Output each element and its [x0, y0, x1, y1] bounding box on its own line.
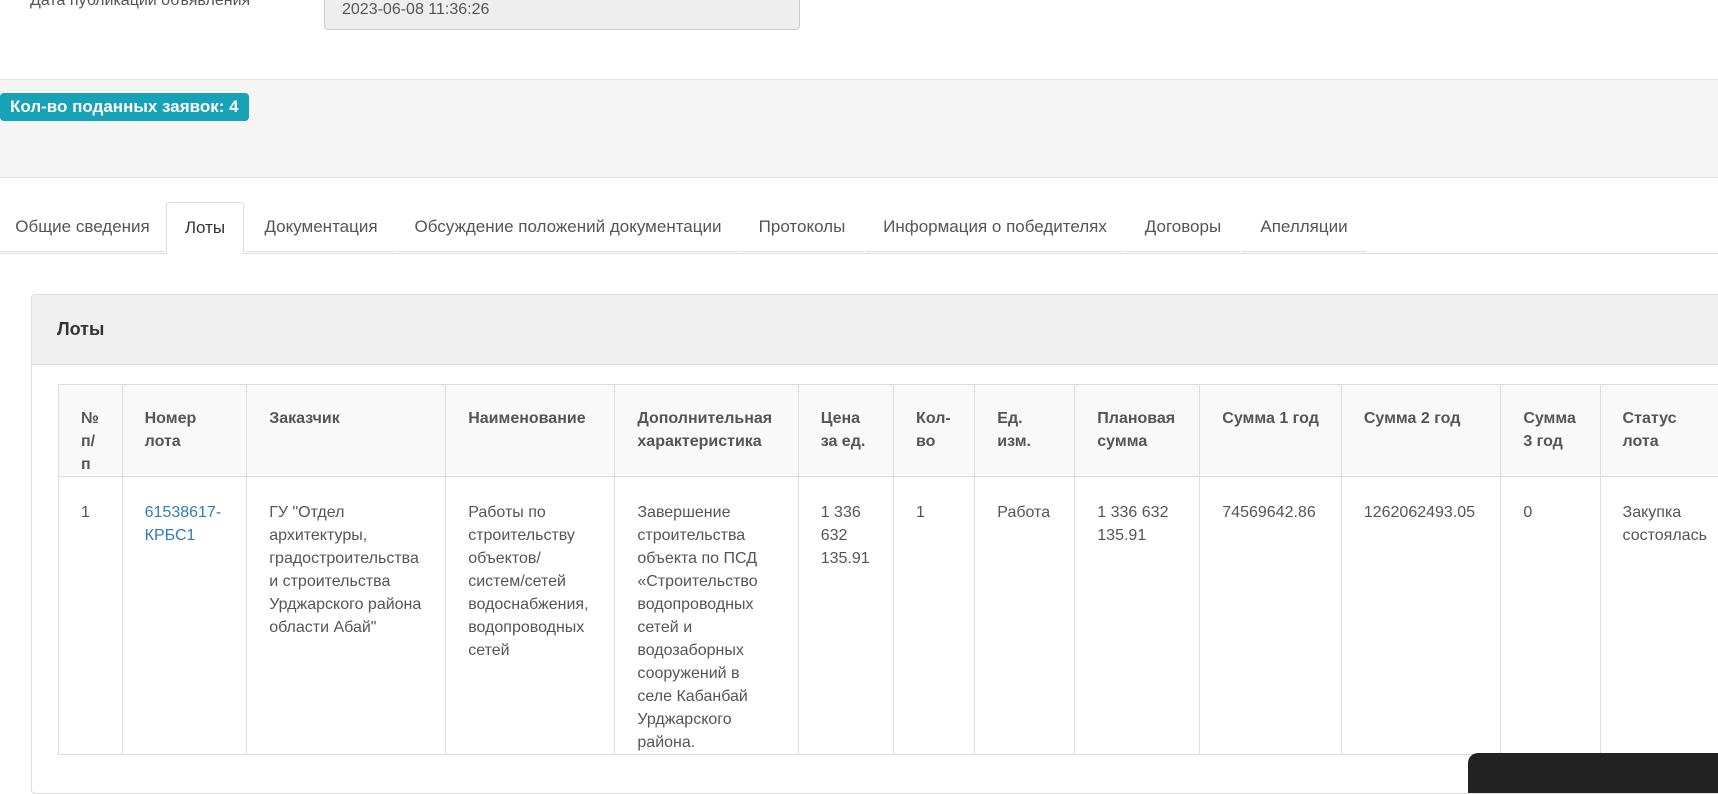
- cell-customer: ГУ "Отдел архитектуры, градостроительств…: [247, 477, 446, 755]
- header-sum3: Сумма 3 год: [1501, 385, 1600, 477]
- cell-name: Работы по строительству объектов/ систем…: [446, 477, 615, 755]
- publication-date-label: Дата публикации объявления: [30, 0, 250, 10]
- publication-date-row: Дата публикации объявления 2023-06-08 11…: [0, 0, 1718, 80]
- tab-protocols[interactable]: Протоколы: [740, 202, 864, 252]
- cell-unit: Работа: [975, 477, 1075, 755]
- tab-documentation[interactable]: Документация: [246, 202, 396, 252]
- header-lot-number: Номер лота: [122, 385, 247, 477]
- header-name: Наименование: [446, 385, 615, 477]
- publication-date-field[interactable]: 2023-06-08 11:36:26: [324, 0, 800, 30]
- header-sum2: Сумма 2 год: [1341, 385, 1500, 477]
- header-sum1: Сумма 1 год: [1200, 385, 1342, 477]
- divider-band: [0, 146, 1718, 178]
- header-num: № п/ п: [59, 385, 123, 477]
- tab-lots[interactable]: Лоты: [166, 202, 244, 254]
- tab-discussion[interactable]: Обсуждение положений документации: [398, 202, 738, 252]
- cell-num: 1: [59, 477, 123, 755]
- lots-panel: Лоты № п/ п Номер лота Заказчик Наименов…: [31, 294, 1718, 794]
- tabs-bar: Общие сведения Лоты Документация Обсужде…: [0, 202, 1718, 254]
- header-unit: Ед. изм.: [975, 385, 1075, 477]
- header-price: Цена за ед.: [798, 385, 893, 477]
- cell-planned: 1 336 632 135.91: [1075, 477, 1200, 755]
- cell-qty: 1: [894, 477, 975, 755]
- cell-lot-number: 61538617-КРБС1: [122, 477, 247, 755]
- header-customer: Заказчик: [247, 385, 446, 477]
- tab-winners[interactable]: Информация о победителях: [866, 202, 1124, 252]
- cell-sum2: 1262062493.05: [1341, 477, 1500, 755]
- header-qty: Кол-во: [894, 385, 975, 477]
- cell-extra: Завершение строительства объекта по ПСД …: [615, 477, 798, 755]
- header-planned: Плановая сумма: [1075, 385, 1200, 477]
- header-extra: Дополнительная характеристика: [615, 385, 798, 477]
- header-status: Статус лота: [1600, 385, 1718, 477]
- cell-sum1: 74569642.86: [1200, 477, 1342, 755]
- applications-band: Кол-во поданных заявок: 4: [0, 79, 1718, 147]
- cell-status: Закупка состоялась: [1600, 477, 1718, 755]
- table-row: 1 61538617-КРБС1 ГУ "Отдел архитектуры, …: [59, 477, 1718, 755]
- table-header-row: № п/ п Номер лота Заказчик Наименование …: [59, 385, 1718, 477]
- applications-count-badge: Кол-во поданных заявок: 4: [0, 93, 249, 121]
- lots-table: № п/ п Номер лота Заказчик Наименование …: [58, 384, 1718, 755]
- tab-general[interactable]: Общие сведения: [0, 202, 165, 252]
- cell-sum3: 0: [1501, 477, 1600, 755]
- lots-panel-title: Лоты: [32, 295, 1718, 365]
- cell-price: 1 336 632 135.91: [798, 477, 893, 755]
- lot-number-link[interactable]: 61538617-КРБС1: [145, 504, 222, 544]
- tab-contracts[interactable]: Договоры: [1126, 202, 1240, 252]
- chat-widget[interactable]: [1468, 753, 1718, 793]
- tab-appeals[interactable]: Апелляции: [1242, 202, 1366, 252]
